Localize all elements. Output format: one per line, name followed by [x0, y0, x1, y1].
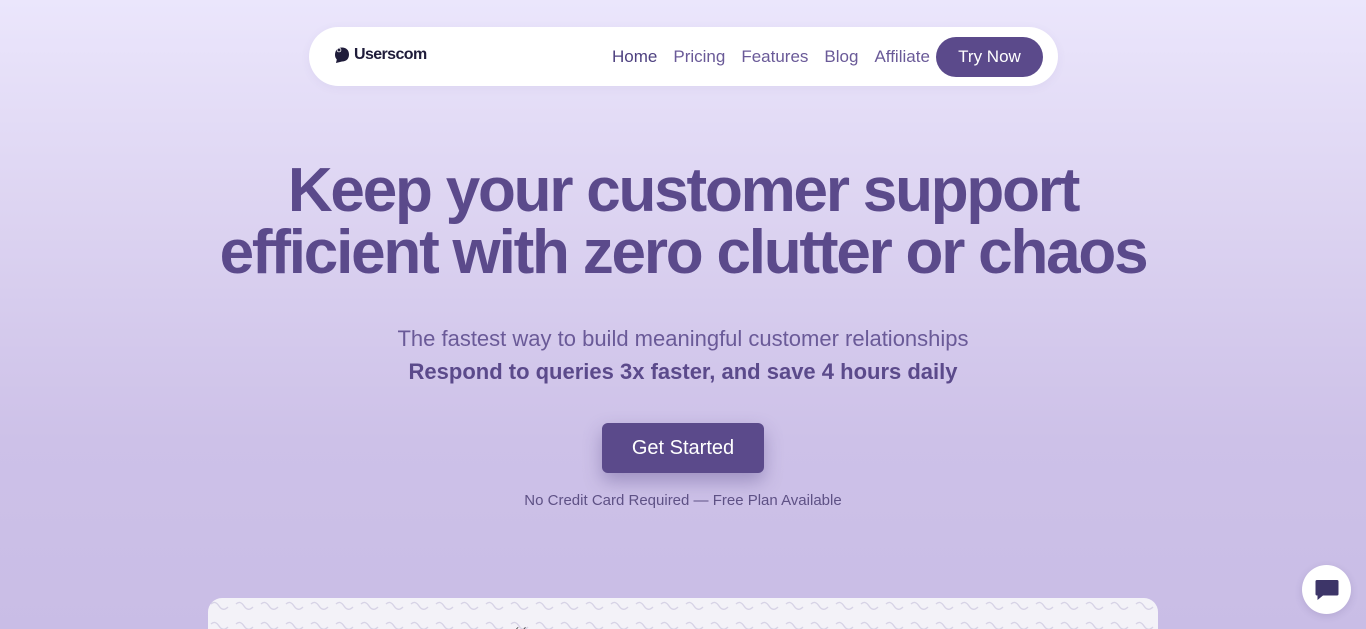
- hero-subtitle-bold: Respond to queries 3x faster, and save 4…: [408, 359, 958, 384]
- hero-subtitle: The fastest way to build meaningful cust…: [397, 326, 969, 351]
- hero-headline-line-1: Keep your customer support: [287, 156, 1080, 225]
- nav-link-features[interactable]: Features: [741, 47, 808, 66]
- nav-link-blog[interactable]: Blog: [824, 47, 858, 66]
- hero-headline: Keep your customer support efficient wit…: [0, 160, 1366, 284]
- brand-logo[interactable]: Userscom: [333, 46, 427, 64]
- chat-bubble-icon: [1315, 579, 1338, 600]
- no-credit-card-note: No Credit Card Required — Free Plan Avai…: [524, 492, 842, 509]
- nav-link-home[interactable]: Home: [612, 47, 657, 66]
- product-preview-card: ‹ ‹: [208, 598, 1158, 629]
- nav-links: Home Pricing Features Blog Affiliate: [612, 47, 930, 66]
- hero-headline-line-2: efficient with zero clutter or chaos: [219, 218, 1149, 287]
- try-now-button[interactable]: Try Now: [936, 37, 1043, 77]
- preview-partial-text: ‹ ‹: [515, 622, 527, 629]
- nav-link-pricing[interactable]: Pricing: [673, 47, 725, 66]
- get-started-button[interactable]: Get Started: [602, 423, 764, 473]
- nav-link-affiliate[interactable]: Affiliate: [874, 47, 929, 66]
- brand-name: Userscom: [354, 46, 427, 63]
- chat-bubble-logo-icon: [335, 47, 349, 63]
- top-navbar: Userscom Home Pricing Features Blog Affi…: [309, 27, 1058, 86]
- chat-launcher-button[interactable]: [1302, 565, 1351, 614]
